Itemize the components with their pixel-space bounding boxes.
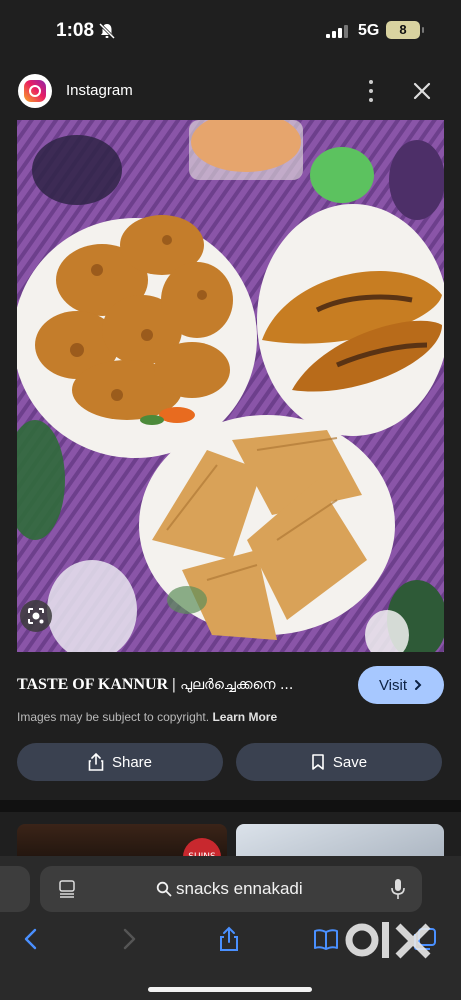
microphone-icon[interactable] [390, 878, 406, 900]
visit-button[interactable]: Visit [358, 666, 444, 704]
search-icon [156, 881, 172, 897]
instagram-icon [18, 74, 52, 108]
source-header: Instagram [0, 62, 461, 120]
source-name[interactable]: Instagram [66, 82, 133, 99]
share-label: Share [111, 753, 153, 771]
home-indicator[interactable] [148, 987, 312, 992]
previous-tab-stub[interactable] [0, 866, 30, 912]
learn-more-link[interactable]: Learn More [212, 710, 277, 724]
result-title[interactable]: TASTE OF KANNUR | പുലർച്ചെക്കനെ ... [17, 676, 293, 694]
back-icon[interactable] [18, 926, 44, 952]
related-results: SUINS [0, 812, 461, 864]
result-info: TASTE OF KANNUR | പുലർച്ചെക്കനെ ... Visi… [0, 652, 461, 800]
result-image[interactable] [17, 120, 444, 652]
save-label: Save [332, 753, 368, 771]
result-title-bold: TASTE OF KANNUR | [17, 676, 176, 693]
forward-icon[interactable] [116, 926, 142, 952]
url-text: snacks ennakadi [176, 879, 303, 898]
lens-search-icon[interactable] [20, 600, 52, 632]
silent-bell-icon [98, 22, 116, 40]
result-title-rest: പുലർച്ചെക്കനെ ... [175, 677, 294, 693]
chevron-right-icon [415, 680, 422, 690]
close-icon[interactable] [410, 79, 434, 103]
address-bar[interactable]: snacks ennakadi [40, 866, 422, 912]
more-options-icon[interactable] [364, 80, 378, 102]
visit-label: Visit [378, 676, 408, 694]
save-button[interactable]: Save [236, 743, 442, 781]
status-bar: 1:08 5G 8 [0, 0, 461, 62]
bookmarks-icon[interactable] [313, 926, 339, 952]
share-icon [88, 753, 104, 771]
page-menu-icon[interactable] [58, 879, 76, 899]
bookmark-icon [312, 754, 324, 770]
share-icon[interactable] [216, 926, 242, 952]
section-divider [0, 800, 461, 812]
copyright-text: Images may be subject to copyright. [17, 710, 210, 724]
url-display[interactable]: snacks ennakadi [156, 879, 303, 899]
copyright-notice: Images may be subject to copyright. Lear… [17, 710, 277, 724]
cellular-signal-icon [326, 24, 348, 38]
battery-icon: 8 [386, 21, 424, 39]
clock: 1:08 [56, 20, 95, 41]
share-button[interactable]: Share [17, 743, 223, 781]
snacks-photo [17, 120, 444, 652]
network-type: 5G [358, 22, 380, 39]
olx-watermark-logo [345, 922, 431, 959]
